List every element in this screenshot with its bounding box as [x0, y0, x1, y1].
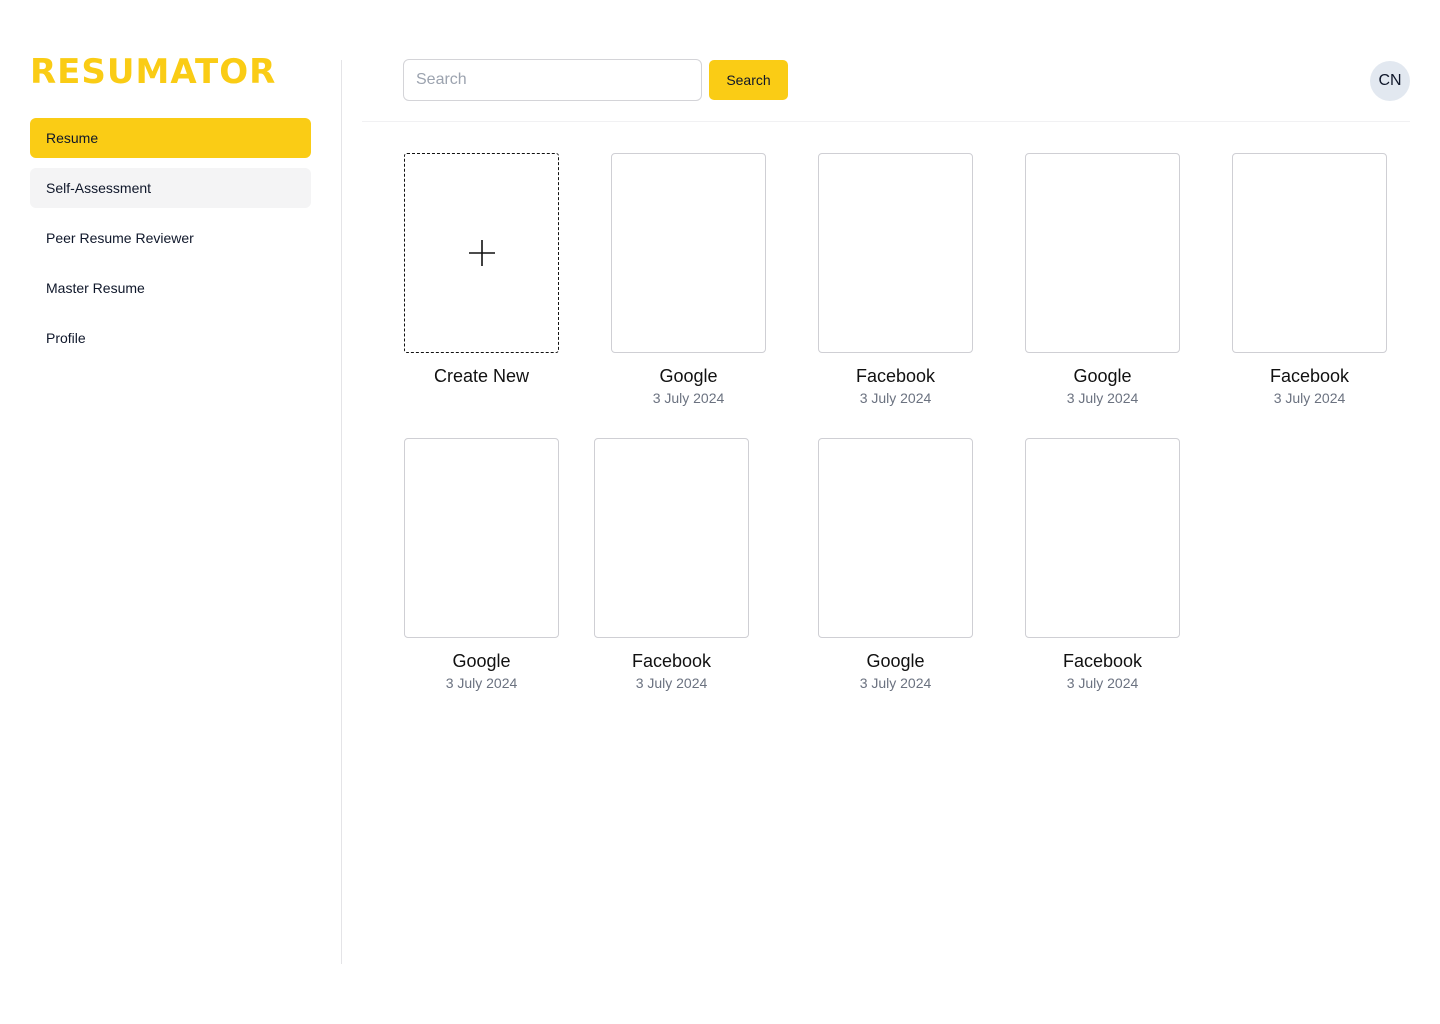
resume-thumbnail[interactable]: [1025, 438, 1180, 638]
resume-date: 3 July 2024: [818, 675, 973, 691]
search-button[interactable]: Search: [709, 60, 788, 100]
sidebar-item-label: Profile: [46, 330, 86, 346]
resume-card[interactable]: Facebook 3 July 2024: [594, 438, 749, 691]
sidebar-item-master-resume[interactable]: Master Resume: [30, 268, 311, 308]
app-root: RESUMATOR Resume Self-Assessment Peer Re…: [0, 0, 1440, 1024]
sidebar-item-label: Peer Resume Reviewer: [46, 230, 194, 246]
resume-card[interactable]: Google 3 July 2024: [818, 438, 973, 691]
resume-thumbnail[interactable]: [611, 153, 766, 353]
sidebar-item-self-assessment[interactable]: Self-Assessment: [30, 168, 311, 208]
resume-card[interactable]: Facebook 3 July 2024: [1025, 438, 1180, 691]
resume-date: 3 July 2024: [818, 390, 973, 406]
sidebar: RESUMATOR Resume Self-Assessment Peer Re…: [0, 0, 341, 1024]
sidebar-item-label: Self-Assessment: [46, 180, 151, 196]
resume-card[interactable]: Facebook 3 July 2024: [1232, 153, 1387, 406]
resume-thumbnail[interactable]: [818, 438, 973, 638]
sidebar-item-resume[interactable]: Resume: [30, 118, 311, 158]
resume-title: Facebook: [818, 366, 973, 386]
sidebar-divider: [341, 60, 342, 964]
avatar[interactable]: CN: [1370, 61, 1410, 101]
create-new-card[interactable]: Create New: [404, 153, 559, 386]
resume-card[interactable]: Google 3 July 2024: [1025, 153, 1180, 406]
resume-title: Google: [1025, 366, 1180, 386]
sidebar-item-label: Master Resume: [46, 280, 145, 296]
app-logo[interactable]: RESUMATOR: [30, 52, 276, 92]
resume-title: Google: [818, 651, 973, 671]
resume-card[interactable]: Facebook 3 July 2024: [818, 153, 973, 406]
resume-date: 3 July 2024: [611, 390, 766, 406]
resume-thumbnail[interactable]: [818, 153, 973, 353]
resume-date: 3 July 2024: [1025, 390, 1180, 406]
resume-title: Google: [611, 366, 766, 386]
create-new-thumbnail[interactable]: [404, 153, 559, 353]
resume-title: Google: [404, 651, 559, 671]
resume-card[interactable]: Google 3 July 2024: [404, 438, 559, 691]
sidebar-item-profile[interactable]: Profile: [30, 318, 311, 358]
resume-thumbnail[interactable]: [1232, 153, 1387, 353]
resume-date: 3 July 2024: [594, 675, 749, 691]
resume-thumbnail[interactable]: [1025, 153, 1180, 353]
resume-thumbnail[interactable]: [404, 438, 559, 638]
header-divider: [362, 121, 1410, 122]
resume-title: Facebook: [1232, 366, 1387, 386]
resume-thumbnail[interactable]: [594, 438, 749, 638]
sidebar-nav: Resume Self-Assessment Peer Resume Revie…: [30, 118, 311, 368]
create-new-label: Create New: [404, 366, 559, 386]
sidebar-item-label: Resume: [46, 130, 98, 146]
resume-card[interactable]: Google 3 July 2024: [611, 153, 766, 406]
sidebar-item-peer-resume-reviewer[interactable]: Peer Resume Reviewer: [30, 218, 311, 258]
resume-date: 3 July 2024: [1025, 675, 1180, 691]
resume-date: 3 July 2024: [404, 675, 559, 691]
resume-title: Facebook: [1025, 651, 1180, 671]
resume-date: 3 July 2024: [1232, 390, 1387, 406]
plus-icon: [468, 239, 496, 267]
resume-title: Facebook: [594, 651, 749, 671]
search-input[interactable]: [403, 59, 702, 101]
